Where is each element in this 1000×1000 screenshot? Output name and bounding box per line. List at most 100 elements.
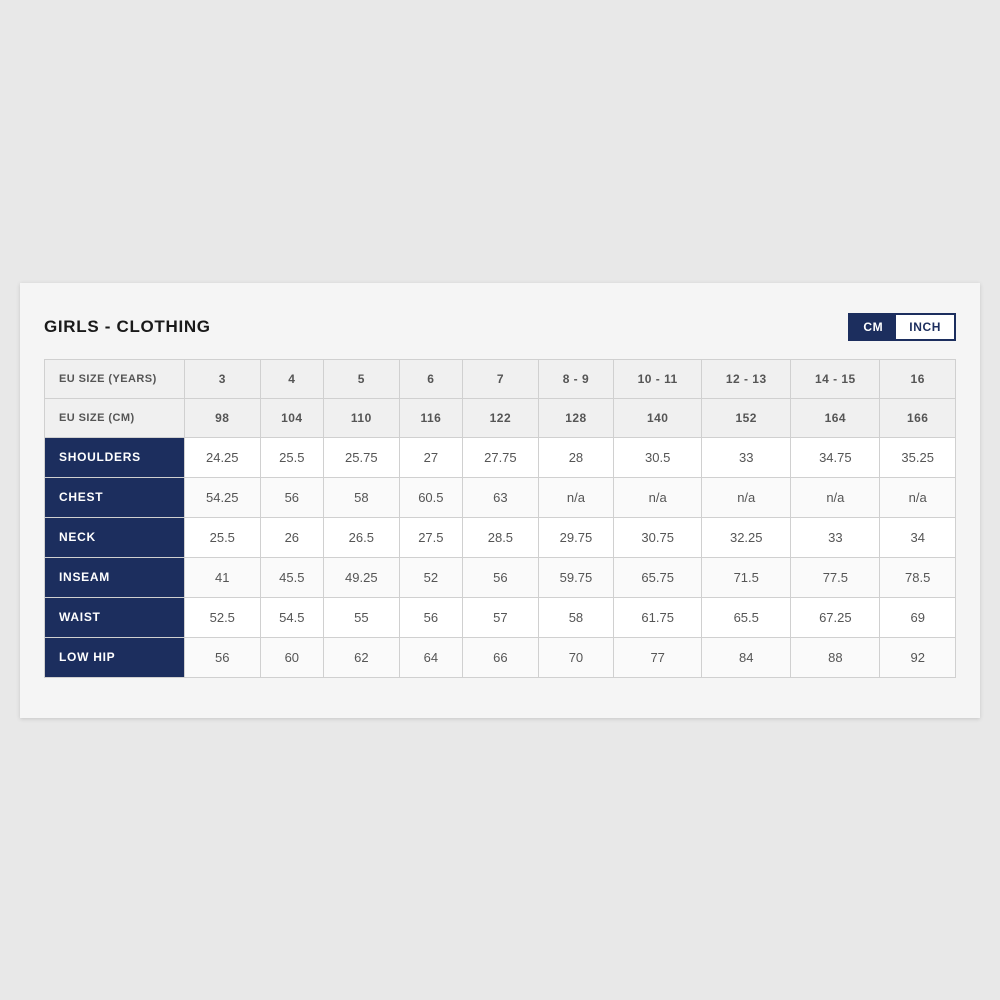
- cell-0-9: 35.25: [880, 437, 956, 477]
- cell-4-1: 54.5: [260, 597, 324, 637]
- cell-1-7: n/a: [702, 477, 791, 517]
- cell-4-3: 56: [399, 597, 463, 637]
- inch-button[interactable]: INCH: [896, 315, 954, 339]
- cm-header-7: 152: [702, 398, 791, 437]
- year-header-1: 4: [260, 359, 324, 398]
- cell-4-2: 55: [324, 597, 400, 637]
- cell-3-8: 77.5: [791, 557, 880, 597]
- cell-4-9: 69: [880, 597, 956, 637]
- cell-2-8: 33: [791, 517, 880, 557]
- cell-3-0: 41: [185, 557, 261, 597]
- cell-0-8: 34.75: [791, 437, 880, 477]
- cell-3-4: 56: [463, 557, 539, 597]
- row-label-0: SHOULDERS: [45, 437, 185, 477]
- cell-2-5: 29.75: [538, 517, 614, 557]
- eu-size-cm-row: EU SIZE (CM)9810411011612212814015216416…: [45, 398, 956, 437]
- cell-5-1: 60: [260, 637, 324, 677]
- cell-2-6: 30.75: [614, 517, 702, 557]
- cell-5-6: 77: [614, 637, 702, 677]
- cell-1-9: n/a: [880, 477, 956, 517]
- cm-header-6: 140: [614, 398, 702, 437]
- year-header-6: 10 - 11: [614, 359, 702, 398]
- cell-3-7: 71.5: [702, 557, 791, 597]
- chart-title: GIRLS - CLOTHING: [44, 317, 211, 337]
- eu-size-cm-label: EU SIZE (CM): [45, 398, 185, 437]
- cell-2-9: 34: [880, 517, 956, 557]
- cell-4-8: 67.25: [791, 597, 880, 637]
- table-row: CHEST54.25565860.563n/an/an/an/an/a: [45, 477, 956, 517]
- cell-4-0: 52.5: [185, 597, 261, 637]
- cm-header-2: 110: [324, 398, 400, 437]
- cm-header-0: 98: [185, 398, 261, 437]
- cell-4-4: 57: [463, 597, 539, 637]
- cell-1-2: 58: [324, 477, 400, 517]
- cell-3-5: 59.75: [538, 557, 614, 597]
- cell-5-9: 92: [880, 637, 956, 677]
- row-label-1: CHEST: [45, 477, 185, 517]
- cell-1-8: n/a: [791, 477, 880, 517]
- row-label-2: NECK: [45, 517, 185, 557]
- cell-3-6: 65.75: [614, 557, 702, 597]
- cm-header-9: 166: [880, 398, 956, 437]
- size-chart-card: GIRLS - CLOTHING CM INCH EU SIZE (YEARS)…: [20, 283, 980, 718]
- year-header-8: 14 - 15: [791, 359, 880, 398]
- cm-header-8: 164: [791, 398, 880, 437]
- cell-2-2: 26.5: [324, 517, 400, 557]
- row-label-4: WAIST: [45, 597, 185, 637]
- cell-5-8: 88: [791, 637, 880, 677]
- cell-3-2: 49.25: [324, 557, 400, 597]
- cm-header-3: 116: [399, 398, 463, 437]
- cell-2-3: 27.5: [399, 517, 463, 557]
- cell-2-0: 25.5: [185, 517, 261, 557]
- cell-5-3: 64: [399, 637, 463, 677]
- table-row: WAIST52.554.55556575861.7565.567.2569: [45, 597, 956, 637]
- cell-0-1: 25.5: [260, 437, 324, 477]
- cell-1-6: n/a: [614, 477, 702, 517]
- cell-0-0: 24.25: [185, 437, 261, 477]
- cell-3-3: 52: [399, 557, 463, 597]
- cell-1-1: 56: [260, 477, 324, 517]
- cell-2-7: 32.25: [702, 517, 791, 557]
- cell-2-4: 28.5: [463, 517, 539, 557]
- cell-5-2: 62: [324, 637, 400, 677]
- cm-header-5: 128: [538, 398, 614, 437]
- cell-5-7: 84: [702, 637, 791, 677]
- cell-3-9: 78.5: [880, 557, 956, 597]
- year-header-5: 8 - 9: [538, 359, 614, 398]
- cell-0-5: 28: [538, 437, 614, 477]
- cell-0-6: 30.5: [614, 437, 702, 477]
- row-label-3: INSEAM: [45, 557, 185, 597]
- cell-4-7: 65.5: [702, 597, 791, 637]
- cell-0-2: 25.75: [324, 437, 400, 477]
- table-row: INSEAM4145.549.25525659.7565.7571.577.57…: [45, 557, 956, 597]
- year-header-2: 5: [324, 359, 400, 398]
- eu-size-years-row: EU SIZE (YEARS)345678 - 910 - 1112 - 131…: [45, 359, 956, 398]
- cell-5-0: 56: [185, 637, 261, 677]
- year-header-3: 6: [399, 359, 463, 398]
- chart-header: GIRLS - CLOTHING CM INCH: [44, 313, 956, 341]
- cm-header-4: 122: [463, 398, 539, 437]
- year-header-7: 12 - 13: [702, 359, 791, 398]
- cm-header-1: 104: [260, 398, 324, 437]
- table-row: NECK25.52626.527.528.529.7530.7532.25333…: [45, 517, 956, 557]
- year-header-9: 16: [880, 359, 956, 398]
- cell-5-5: 70: [538, 637, 614, 677]
- cell-5-4: 66: [463, 637, 539, 677]
- cell-4-6: 61.75: [614, 597, 702, 637]
- row-label-5: LOW HIP: [45, 637, 185, 677]
- cm-button[interactable]: CM: [850, 315, 896, 339]
- table-row: SHOULDERS24.2525.525.752727.752830.53334…: [45, 437, 956, 477]
- cell-1-0: 54.25: [185, 477, 261, 517]
- year-header-4: 7: [463, 359, 539, 398]
- year-header-0: 3: [185, 359, 261, 398]
- size-table: EU SIZE (YEARS)345678 - 910 - 1112 - 131…: [44, 359, 956, 678]
- cell-1-4: 63: [463, 477, 539, 517]
- cell-1-5: n/a: [538, 477, 614, 517]
- cell-0-4: 27.75: [463, 437, 539, 477]
- cell-2-1: 26: [260, 517, 324, 557]
- cell-0-3: 27: [399, 437, 463, 477]
- unit-toggle[interactable]: CM INCH: [848, 313, 956, 341]
- cell-1-3: 60.5: [399, 477, 463, 517]
- table-row: LOW HIP56606264667077848892: [45, 637, 956, 677]
- eu-size-years-label: EU SIZE (YEARS): [45, 359, 185, 398]
